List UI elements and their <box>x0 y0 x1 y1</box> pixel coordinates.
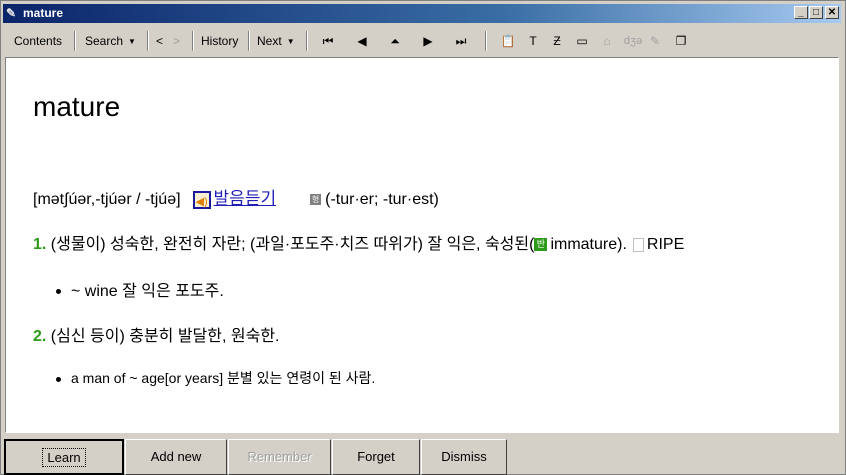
history-button[interactable]: History <box>195 30 244 52</box>
maximize-button[interactable]: □ <box>809 6 823 19</box>
search-label: Search <box>85 34 124 48</box>
bullet-icon <box>56 289 61 295</box>
search-button[interactable]: Search ▼ <box>79 30 142 52</box>
dismiss-label: Dismiss <box>441 449 487 464</box>
sense-number: 2. <box>33 328 47 345</box>
history-label: History <box>201 34 239 48</box>
toolbar: Contents Search ▼ < > History Next ▼ ⏮ ◀ ⏶… <box>3 27 841 55</box>
format-icon[interactable]: Ƶ <box>548 32 566 50</box>
definition-pane[interactable]: mature [mət∫úər,-tjúər / -tjúə] ◀) 발음듣기 형 (-… <box>5 57 839 433</box>
example-text: a man of ~ age[or years] 분별 있는 연령이 된 사람. <box>71 370 376 386</box>
example-2: a man of ~ age[or years] 분별 있는 연령이 된 사람. <box>56 368 375 388</box>
book-icon: ✎ <box>6 6 17 20</box>
sense-1: 1. (생물이) 성숙한, 완전히 자란; (과일·포도주·치즈 따위가) 잘 … <box>33 230 684 254</box>
add-new-label: Add new <box>150 449 202 464</box>
pronunciation: [mət∫úər,-tjúər / -tjúə] <box>33 191 181 208</box>
pronunciation-line: [mət∫úər,-tjúər / -tjúə] ◀) 발음듣기 형 (-tur·er;… <box>33 184 439 209</box>
toolbar-separator <box>192 31 194 51</box>
adjective-mark-icon: 형 <box>310 194 322 206</box>
inflections: (-tur·er; -tur·est) <box>325 191 439 208</box>
next-label: Next <box>257 34 282 48</box>
example-1: ~ wine 잘 익은 포도주. <box>56 277 224 301</box>
forward-label: > <box>173 34 181 48</box>
toolbar-separator <box>147 31 149 51</box>
synonym-mark-icon <box>632 237 644 252</box>
action-bar: Learn Add new Remember Forget Dismiss <box>1 437 845 475</box>
toolbar-separator <box>485 31 487 51</box>
first-page-icon[interactable]: ⏮ <box>319 32 337 50</box>
last-page-icon[interactable]: ⏭ <box>452 32 470 50</box>
synonym-link[interactable]: RIPE <box>647 236 684 253</box>
antonym-mark-icon: 반 <box>534 238 548 252</box>
sense-text: (생물이) 성숙한, 완전히 자란; (과일·포도주·치즈 따위가) 잘 익은,… <box>50 236 535 253</box>
text-icon[interactable]: T <box>524 32 542 50</box>
listen-link[interactable]: 발음듣기 <box>214 189 277 208</box>
learn-label: Learn <box>42 448 86 467</box>
contents-label: Contents <box>14 34 63 48</box>
window-title: mature <box>23 6 64 20</box>
antonym-link[interactable]: immature). <box>550 236 626 253</box>
dropdown-arrow-icon: ▼ <box>128 37 136 46</box>
toolbar-separator <box>306 31 308 51</box>
contents-button[interactable]: Contents <box>8 30 68 52</box>
phonetic-icon[interactable]: dʒə <box>622 32 644 50</box>
dropdown-arrow-icon: ▼ <box>286 37 295 46</box>
forget-button[interactable]: Forget <box>332 439 420 475</box>
title-bar[interactable]: ✎ mature _ □ ✕ <box>3 4 841 23</box>
previous-icon[interactable]: ◀ <box>353 32 371 50</box>
learn-button[interactable]: Learn <box>4 439 124 475</box>
dismiss-button[interactable]: Dismiss <box>421 439 507 475</box>
toolbar-separator <box>248 31 250 51</box>
remember-button[interactable]: Remember <box>228 439 331 475</box>
remember-label: Remember <box>247 449 312 464</box>
next-button[interactable]: Next ▼ <box>251 30 301 52</box>
tools-icon[interactable]: ✎ <box>646 32 664 50</box>
bullet-icon <box>56 376 61 382</box>
example-text: ~ wine 잘 익은 포도주. <box>71 283 224 300</box>
forget-label: Forget <box>357 449 395 464</box>
tray-icon[interactable]: ⌂ <box>598 32 616 50</box>
speaker-icon[interactable]: ◀) <box>192 190 211 209</box>
add-new-button[interactable]: Add new <box>125 439 227 475</box>
close-button[interactable]: ✕ <box>825 6 839 19</box>
up-icon[interactable]: ⏶ <box>386 32 404 50</box>
headword: mature <box>33 91 121 122</box>
sense-text: (심신 등이) 충분히 발달한, 원숙한. <box>50 328 280 345</box>
dictionary-window: ✎ mature _ □ ✕ Contents Search ▼ < > Hist… <box>0 0 846 475</box>
minimize-button[interactable]: _ <box>794 6 808 19</box>
toolbar-separator <box>74 31 76 51</box>
card-icon[interactable]: ▭ <box>573 32 591 50</box>
back-label: < <box>156 34 164 48</box>
windows-icon[interactable]: ❐ <box>672 32 690 50</box>
next-icon[interactable]: ▶ <box>419 32 437 50</box>
clipboard-icon[interactable]: 📋 <box>499 32 517 50</box>
forward-button[interactable]: > <box>167 30 186 52</box>
sense-number: 1. <box>33 236 47 253</box>
sense-2: 2. (심신 등이) 충분히 발달한, 원숙한. <box>33 322 280 346</box>
